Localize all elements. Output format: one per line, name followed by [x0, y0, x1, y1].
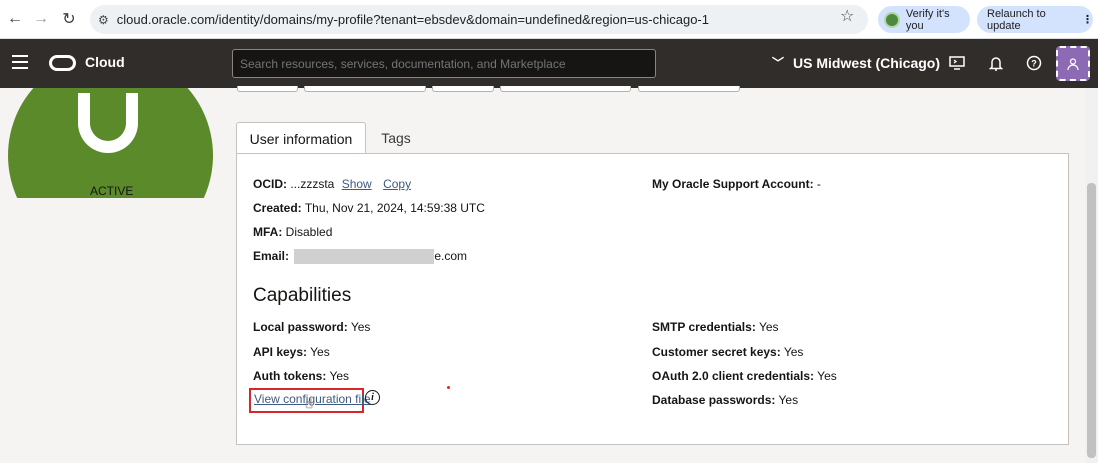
action-button-stub[interactable] — [500, 86, 631, 92]
page-scrollbar[interactable] — [1085, 88, 1098, 463]
api-keys-field: API keys: Yes — [253, 345, 330, 359]
email-suffix: e.com — [434, 249, 468, 263]
ocid-field: OCID: ...zzzsta Show Copy — [253, 177, 411, 191]
local-password-label: Local password: — [253, 320, 348, 334]
support-account-value: - — [816, 177, 821, 191]
bookmark-star-icon[interactable]: ☆ — [840, 6, 854, 26]
database-passwords-field: Database passwords: Yes — [652, 393, 798, 407]
chevron-down-icon: ﹀ — [772, 56, 785, 70]
customer-secret-value: Yes — [783, 345, 804, 359]
oauth-value: Yes — [817, 369, 837, 383]
tab-tags[interactable]: Tags — [368, 122, 424, 154]
customer-secret-keys-field: Customer secret keys: Yes — [652, 345, 803, 359]
address-bar[interactable]: ⚙ cloud.oracle.com/identity/domains/my-p… — [90, 5, 868, 34]
action-button-stub[interactable] — [638, 86, 740, 92]
search-input[interactable] — [232, 49, 656, 78]
smtp-value: Yes — [758, 320, 779, 334]
local-password-field: Local password: Yes — [253, 320, 370, 334]
email-redaction — [294, 249, 435, 265]
created-value: Thu, Nov 21, 2024, 14:59:38 UTC — [304, 201, 485, 215]
browser-toolbar: ← → ↻ ⚙ cloud.oracle.com/identity/domain… — [0, 0, 1098, 39]
customer-secret-label: Customer secret keys: — [652, 345, 781, 359]
brand-label[interactable]: Cloud — [85, 54, 125, 70]
verify-label: Verify it's you — [905, 7, 950, 32]
user-icon — [1067, 57, 1079, 70]
oauth-credentials-field: OAuth 2.0 client credentials: Yes — [652, 369, 837, 383]
oauth-label: OAuth 2.0 client credentials: — [652, 369, 815, 383]
cloud-shell-icon[interactable] — [947, 53, 967, 73]
ocid-value: ...zzzsta — [290, 177, 335, 191]
mfa-value: Disabled — [285, 225, 333, 239]
support-account-field: My Oracle Support Account: - — [652, 177, 821, 191]
local-password-value: Yes — [350, 320, 371, 334]
url-text: cloud.oracle.com/identity/domains/my-pro… — [116, 12, 709, 27]
action-button-stub[interactable] — [237, 86, 298, 92]
status-badge: ACTIVE — [90, 184, 134, 198]
profile-dot-icon — [884, 11, 900, 28]
region-selector[interactable]: ﹀ US Midwest (Chicago) — [772, 54, 940, 71]
created-field: Created: Thu, Nov 21, 2024, 14:59:38 UTC — [253, 201, 485, 215]
console-header: Cloud ﹀ US Midwest (Chicago) ? — [0, 39, 1098, 88]
more-vert-icon[interactable]: ⋮ — [1082, 13, 1093, 26]
annotation-dot — [447, 386, 450, 389]
back-arrow-icon[interactable]: ← — [4, 8, 26, 30]
help-icon[interactable]: ? — [1024, 53, 1044, 73]
capabilities-title: Capabilities — [253, 285, 352, 306]
email-field: Email: e.com — [253, 249, 468, 265]
created-label: Created: — [253, 201, 302, 215]
hamburger-menu-icon[interactable] — [12, 55, 28, 69]
api-keys-value: Yes — [310, 345, 330, 359]
region-label: US Midwest (Chicago) — [793, 54, 941, 71]
ocid-label: OCID: — [253, 177, 287, 191]
verify-button[interactable]: Verify it's you — [878, 6, 970, 33]
bell-icon[interactable] — [986, 53, 1006, 73]
auth-tokens-value: Yes — [329, 369, 350, 383]
forward-arrow-icon[interactable]: → — [30, 8, 52, 30]
relaunch-button[interactable]: Relaunch to update ⋮ — [977, 6, 1093, 33]
info-icon[interactable]: i — [365, 390, 380, 405]
mfa-label: MFA: — [253, 225, 283, 239]
db-passwords-value: Yes — [778, 393, 799, 407]
svg-text:?: ? — [1031, 59, 1037, 69]
api-keys-label: API keys: — [253, 345, 308, 359]
scrollbar-thumb[interactable] — [1087, 183, 1096, 458]
reload-icon[interactable]: ↻ — [58, 8, 80, 30]
relaunch-label: Relaunch to update — [987, 7, 1046, 32]
user-avatar[interactable] — [1056, 46, 1090, 81]
smtp-label: SMTP credentials: — [652, 320, 756, 334]
db-passwords-label: Database passwords: — [652, 393, 776, 407]
smtp-credentials-field: SMTP credentials: Yes — [652, 320, 779, 334]
profile-initial — [78, 93, 138, 153]
action-button-stub[interactable] — [304, 86, 426, 92]
tab-user-information[interactable]: User information — [236, 122, 366, 154]
email-label: Email: — [253, 249, 290, 263]
auth-tokens-field: Auth tokens: Yes — [253, 369, 349, 383]
action-button-stub[interactable] — [432, 86, 494, 92]
profile-status-circle — [8, 88, 213, 198]
support-account-label: My Oracle Support Account: — [652, 177, 814, 191]
oracle-logo-icon[interactable] — [49, 55, 76, 71]
hand-cursor-icon: ☝ — [305, 396, 313, 411]
mfa-field: MFA: Disabled — [253, 225, 332, 239]
profile-avatar-area — [0, 88, 236, 198]
copy-ocid-link[interactable]: Copy — [383, 177, 411, 191]
show-ocid-link[interactable]: Show — [342, 177, 372, 191]
auth-tokens-label: Auth tokens: — [253, 369, 327, 383]
site-settings-icon[interactable]: ⚙ — [98, 13, 109, 27]
